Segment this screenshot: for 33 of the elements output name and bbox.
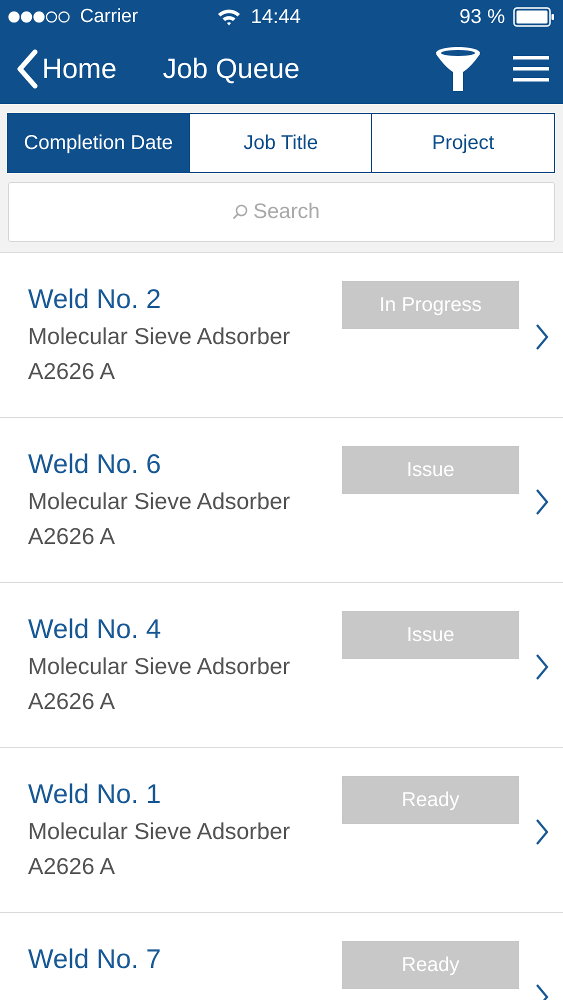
job-code: A2626 A — [28, 687, 116, 716]
battery-percent: 93 % — [459, 6, 505, 28]
clock-time: 14:44 — [250, 6, 302, 28]
job-title: Weld No. 4 — [28, 613, 162, 645]
job-code: A2626 A — [28, 852, 116, 881]
chevron-right-icon — [535, 653, 549, 681]
job-project: Molecular Sieve Adsorber — [28, 487, 292, 516]
search-icon — [232, 204, 248, 220]
job-project: Molecular Sieve Adsorber — [28, 817, 292, 846]
carrier-name: Carrier — [80, 6, 138, 28]
chevron-right-icon — [535, 818, 549, 846]
job-code: A2626 A — [28, 522, 116, 551]
job-title: Weld No. 2 — [28, 283, 162, 315]
job-code: A2626 A — [28, 357, 116, 386]
screen-title: Job Queue — [162, 53, 301, 85]
sort-tab[interactable]: Completion Date — [6, 113, 190, 173]
job-title: Weld No. 6 — [28, 448, 162, 480]
back-chevron-icon — [16, 49, 38, 89]
job-project: Molecular Sieve Adsorber — [28, 322, 292, 351]
chevron-right-icon — [535, 323, 549, 351]
menu-icon[interactable] — [513, 55, 549, 83]
battery-icon — [513, 7, 555, 27]
sort-tab[interactable]: Job Title — [188, 113, 373, 173]
job-title: Weld No. 7 — [28, 943, 162, 975]
back-button[interactable]: Home — [16, 49, 117, 89]
job-title: Weld No. 1 — [28, 778, 162, 810]
signal-icon — [8, 11, 70, 23]
wifi-icon — [216, 8, 241, 26]
sort-tab[interactable]: Project — [371, 113, 555, 173]
search-field[interactable]: Search — [8, 182, 555, 242]
job-project: Molecular Sieve Adsorber — [28, 652, 292, 681]
chevron-right-icon — [535, 488, 549, 516]
filter-funnel-icon[interactable] — [433, 45, 483, 93]
